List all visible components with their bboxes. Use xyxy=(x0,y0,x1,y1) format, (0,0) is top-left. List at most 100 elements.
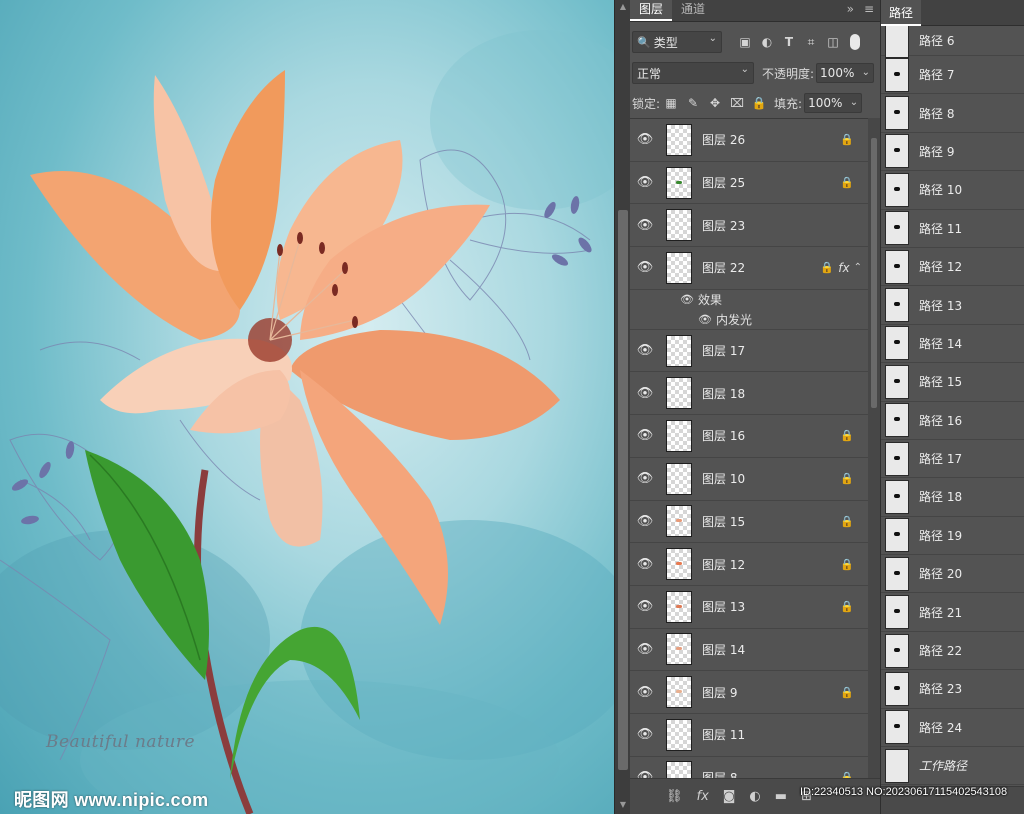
layer-row[interactable]: 👁 图层 13 🔒 xyxy=(630,586,868,629)
layer-row[interactable]: 👁 图层 25 🔒 xyxy=(630,162,868,205)
effects-label: 效果 xyxy=(698,293,723,308)
script-watermark: Beautiful nature xyxy=(46,732,196,752)
visibility-eye-icon[interactable]: 👁 xyxy=(630,428,660,443)
smart-object-filter-icon[interactable]: ◫ xyxy=(826,35,840,49)
path-row[interactable]: 路径 20 xyxy=(881,555,1024,594)
layer-row[interactable]: 👁 图层 18 xyxy=(630,372,868,416)
visibility-eye-icon[interactable]: 👁 xyxy=(630,260,660,275)
add-mask-icon[interactable]: ◙ xyxy=(723,789,736,804)
lock-icon: 🔒 xyxy=(840,133,854,147)
path-row[interactable]: 路径 19 xyxy=(881,517,1024,556)
scrollbar-thumb[interactable] xyxy=(871,138,877,408)
collapse-effects-icon[interactable]: ⌃ xyxy=(854,262,862,273)
panel-menu-icon[interactable]: ≡ xyxy=(864,2,874,16)
visibility-eye-icon[interactable]: 👁 xyxy=(630,471,660,486)
site-watermark: 昵图网 www.nipic.com xyxy=(14,790,209,810)
layer-row[interactable]: 👁 图层 8 🔒 xyxy=(630,757,868,778)
add-style-button[interactable]: fx xyxy=(697,789,709,804)
filter-kind-select[interactable]: 🔍 类型 ⌄ xyxy=(632,31,722,53)
lock-position-icon[interactable]: ✥ xyxy=(707,95,723,111)
path-row[interactable]: 路径 14 xyxy=(881,325,1024,364)
link-layers-icon[interactable]: ⛓ xyxy=(666,789,683,804)
lock-transparent-icon[interactable]: ▦ xyxy=(663,95,679,111)
layer-row[interactable]: 👁 图层 10 🔒 xyxy=(630,458,868,501)
opacity-field[interactable]: 100% ⌄ xyxy=(816,63,875,83)
path-row[interactable]: 路径 12 xyxy=(881,248,1024,287)
type-filter-icon[interactable]: T xyxy=(782,35,796,49)
layer-row[interactable]: 👁 图层 23 xyxy=(630,204,868,248)
path-row[interactable]: 路径 6 xyxy=(881,26,1024,58)
path-row[interactable]: 路径 21 xyxy=(881,593,1024,632)
path-row[interactable]: 路径 7 xyxy=(881,56,1024,95)
visibility-eye-icon[interactable]: 👁 xyxy=(630,386,660,401)
inner-glow-effect-row[interactable]: 👁 内发光 xyxy=(630,310,868,330)
layer-row[interactable]: 👁 图层 12 🔒 xyxy=(630,543,868,586)
new-group-icon[interactable]: ▬ xyxy=(775,789,787,804)
lock-all-icon[interactable]: 🔒 xyxy=(751,95,767,111)
tab-layers[interactable]: 图层 xyxy=(630,0,673,21)
visibility-eye-icon[interactable]: 👁 xyxy=(630,218,660,233)
filter-toggle[interactable] xyxy=(850,34,860,50)
layer-fx-badge[interactable]: fx xyxy=(838,261,849,275)
path-row[interactable]: 路径 15 xyxy=(881,363,1024,402)
path-row[interactable]: 路径 10 xyxy=(881,171,1024,210)
path-row[interactable]: 路径 11 xyxy=(881,210,1024,248)
inner-glow-visibility-eye-icon[interactable]: 👁 xyxy=(698,313,716,326)
adjustment-layer-icon[interactable]: ◐ xyxy=(749,789,760,804)
visibility-eye-icon[interactable]: 👁 xyxy=(630,343,660,358)
lock-image-icon[interactable]: ✎ xyxy=(685,95,701,111)
visibility-eye-icon[interactable]: 👁 xyxy=(630,132,660,147)
tab-paths[interactable]: 路径 xyxy=(881,0,922,26)
path-list[interactable]: 路径 6 路径 7 路径 8 路径 9 路径 10 路径 11 路径 12 路径 13 路径 1… xyxy=(881,26,1024,786)
layer-row[interactable]: 👁 图层 14 xyxy=(630,629,868,672)
visibility-eye-icon[interactable]: 👁 xyxy=(630,599,660,614)
lock-artboard-icon[interactable]: ⌧ xyxy=(729,95,745,111)
path-row[interactable]: 路径 8 xyxy=(881,94,1024,133)
path-row[interactable]: 工作路径 xyxy=(881,747,1024,786)
document-canvas[interactable]: Beautiful nature 昵图网 www.nipic.com xyxy=(0,0,614,814)
canvas-scrollbar[interactable]: ▲ ▼ xyxy=(614,0,630,814)
visibility-eye-icon[interactable]: 👁 xyxy=(630,514,660,529)
scroll-down-icon[interactable]: ▼ xyxy=(618,800,628,810)
visibility-eye-icon[interactable]: 👁 xyxy=(630,642,660,657)
layer-row[interactable]: 👁 图层 16 🔒 xyxy=(630,415,868,458)
chevron-down-icon: ⌄ xyxy=(849,97,859,108)
visibility-eye-icon[interactable]: 👁 xyxy=(630,685,660,700)
path-row[interactable]: 路径 24 xyxy=(881,709,1024,748)
fill-field[interactable]: 100% ⌄ xyxy=(804,93,863,113)
scrollbar-thumb[interactable] xyxy=(618,210,628,770)
adjustment-filter-icon[interactable]: ◐ xyxy=(760,35,774,49)
path-name: 路径 10 xyxy=(919,183,963,198)
collapse-icon[interactable]: » xyxy=(847,2,854,16)
blend-mode-select[interactable]: 正常 ⌄ xyxy=(632,62,754,84)
layer-row[interactable]: 👁 图层 15 🔒 xyxy=(630,501,868,544)
scroll-up-icon[interactable]: ▲ xyxy=(618,2,628,12)
layer-row[interactable]: 👁 图层 22 🔒 fx ⌃ xyxy=(630,247,868,290)
path-row[interactable]: 路径 9 xyxy=(881,133,1024,172)
inner-glow-label: 内发光 xyxy=(716,312,753,327)
effects-row[interactable]: 👁 效果 xyxy=(630,290,868,310)
layer-name: 图层 26 xyxy=(702,133,746,148)
path-row[interactable]: 路径 13 xyxy=(881,286,1024,325)
layer-row[interactable]: 👁 图层 26 🔒 xyxy=(630,119,868,162)
visibility-eye-icon[interactable]: 👁 xyxy=(630,175,660,190)
effects-visibility-eye-icon[interactable]: 👁 xyxy=(680,293,698,306)
tab-channels[interactable]: 通道 xyxy=(672,0,714,21)
layer-list-scrollbar[interactable] xyxy=(868,118,880,778)
path-row[interactable]: 路径 22 xyxy=(881,632,1024,671)
layer-row[interactable]: 👁 图层 9 🔒 xyxy=(630,671,868,714)
visibility-eye-icon[interactable]: 👁 xyxy=(630,770,660,778)
visibility-eye-icon[interactable]: 👁 xyxy=(630,557,660,572)
path-name: 路径 7 xyxy=(919,68,955,83)
layer-row[interactable]: 👁 图层 17 xyxy=(630,330,868,373)
visibility-eye-icon[interactable]: 👁 xyxy=(630,727,660,742)
path-row[interactable]: 路径 23 xyxy=(881,670,1024,709)
path-row[interactable]: 路径 16 xyxy=(881,402,1024,440)
path-row[interactable]: 路径 18 xyxy=(881,478,1024,517)
layer-list[interactable]: 👁 图层 26 🔒 👁 图层 25 🔒 👁 图层 23 👁 图层 22 🔒 fx ⌃ 👁 效果 👁 内发光 👁 图层… xyxy=(630,118,868,778)
blend-mode-value: 正常 xyxy=(637,66,662,81)
shape-filter-icon[interactable]: ⌗ xyxy=(804,35,818,49)
layer-row[interactable]: 👁 图层 11 xyxy=(630,714,868,757)
path-row[interactable]: 路径 17 xyxy=(881,440,1024,479)
image-filter-icon[interactable]: ▣ xyxy=(738,35,752,49)
